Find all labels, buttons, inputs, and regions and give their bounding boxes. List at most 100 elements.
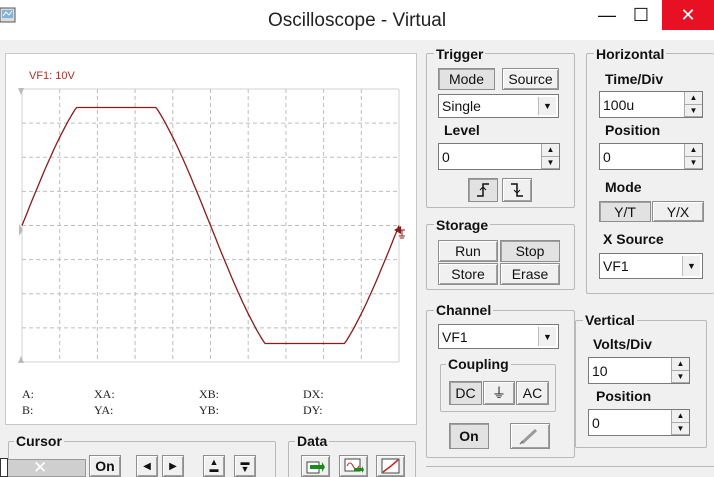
stepper-up-icon[interactable]: ▲ [685, 92, 702, 105]
cursor-thumb[interactable] [0, 458, 8, 477]
cursor-left-button[interactable]: ◀ [136, 455, 158, 477]
maximize-button[interactable]: ☐ [618, 0, 664, 30]
arrow-right-icon: ▶ [169, 460, 177, 472]
stepper-up-icon[interactable]: ▲ [685, 144, 702, 157]
vertical-title: Vertical [583, 312, 637, 328]
cursor-title: Cursor [14, 433, 64, 449]
data-title: Data [295, 433, 330, 449]
readout-a: A: [22, 387, 34, 401]
horizontal-position-stepper[interactable]: ▲ ▼ [684, 144, 702, 169]
import-wave-icon [344, 458, 364, 473]
dc-coupling-button[interactable]: DC [449, 381, 482, 405]
trigger-title: Trigger [434, 46, 486, 62]
stepper-down-icon[interactable]: ▼ [685, 104, 702, 117]
probe-icon [519, 428, 538, 445]
data-export-button[interactable] [301, 455, 330, 477]
readout-xa: XA: [94, 387, 115, 401]
cursor-on-button[interactable]: On [89, 455, 121, 477]
readout-b: B: [22, 403, 34, 417]
graph-icon [381, 458, 399, 474]
channel-scale-label: VF1: 10V [29, 70, 75, 82]
falling-edge-button[interactable] [502, 178, 532, 202]
arrow-left-icon: ◀ [143, 460, 151, 472]
lower-panel-edge [426, 466, 714, 477]
time-div-input[interactable]: 100u ▲ ▼ [599, 91, 703, 118]
chevron-down-icon[interactable]: ▼ [682, 256, 700, 276]
store-button[interactable]: Store [438, 263, 498, 285]
ground-icon: ⏚ [492, 385, 506, 401]
time-div-value: 100u [603, 96, 635, 113]
cursor-down-button[interactable]: ▬ ▼ [234, 455, 256, 477]
data-graph-button[interactable] [376, 455, 405, 477]
arrow-up-double-icon: ▲ ▬ [209, 457, 219, 474]
trigger-level-input[interactable]: 0 ▲ ▼ [438, 143, 560, 170]
trigger-mode-select[interactable]: Single ▼ [438, 94, 559, 118]
readout-dx: DX: [303, 387, 324, 401]
export-arrow-icon [306, 461, 325, 474]
falling-edge-icon [511, 183, 523, 197]
coupling-title: Coupling [446, 356, 511, 372]
x-source-value: VF1 [603, 258, 629, 274]
time-div-stepper[interactable]: ▲ ▼ [684, 92, 702, 117]
data-import-button[interactable] [339, 455, 368, 477]
vertical-position-input[interactable]: 0 ▲ ▼ [588, 409, 690, 436]
cursor-close-icon[interactable]: ✕ [33, 458, 47, 477]
trigger-source-button[interactable]: Source [502, 68, 559, 90]
x-source-select[interactable]: VF1 ▼ [599, 253, 703, 279]
trigger-level-value: 0 [442, 148, 450, 165]
arrow-down-double-icon: ▬ ▼ [240, 457, 250, 474]
volts-div-stepper[interactable]: ▲ ▼ [671, 358, 689, 383]
chevron-down-icon[interactable]: ▼ [538, 97, 556, 115]
scope-screen [18, 88, 405, 363]
trigger-mode-button[interactable]: Mode [438, 68, 495, 90]
ac-coupling-button[interactable]: AC [516, 381, 549, 405]
stop-button[interactable]: Stop [500, 240, 560, 262]
channel-select[interactable]: VF1 ▼ [438, 324, 559, 349]
horizontal-position-value: 0 [603, 148, 611, 165]
stepper-up-icon[interactable]: ▲ [672, 410, 689, 423]
channel-title: Channel [434, 302, 494, 318]
channel-value: VF1 [442, 328, 468, 345]
horizontal-title: Horizontal [594, 46, 667, 62]
storage-title: Storage [434, 217, 491, 233]
maximize-icon: ☐ [632, 4, 650, 25]
stepper-up-icon[interactable]: ▲ [542, 144, 559, 157]
stepper-up-icon[interactable]: ▲ [672, 358, 689, 371]
yx-mode-button[interactable]: Y/X [652, 201, 704, 222]
chevron-down-icon[interactable]: ▼ [538, 327, 556, 346]
horizontal-position-label: Position [605, 122, 661, 138]
erase-button[interactable]: Erase [500, 263, 560, 285]
stepper-down-icon[interactable]: ▼ [685, 156, 702, 169]
close-button[interactable]: ✕ [662, 0, 714, 30]
x-source-label: X Source [603, 231, 664, 247]
stepper-down-icon[interactable]: ▼ [672, 422, 689, 435]
readout-yb: YB: [199, 403, 220, 417]
vertical-position-label: Position [596, 388, 652, 404]
trigger-level-label: Level [444, 122, 480, 138]
vertical-position-stepper[interactable]: ▲ ▼ [671, 410, 689, 435]
channel-on-button[interactable]: On [449, 423, 489, 449]
volts-div-value: 10 [592, 362, 608, 379]
stepper-down-icon[interactable]: ▼ [542, 156, 559, 169]
readout-ya: YA: [94, 403, 114, 417]
gnd-coupling-button[interactable]: ⏚ [483, 381, 515, 405]
stepper-down-icon[interactable]: ▼ [672, 370, 689, 383]
readout-xb: XB: [199, 387, 220, 401]
rising-edge-button[interactable] [468, 178, 498, 202]
close-icon: ✕ [680, 4, 696, 25]
volts-div-label: Volts/Div [593, 336, 652, 352]
minimize-icon: — [598, 4, 616, 25]
bottom-marker-icon [18, 356, 24, 363]
volts-div-input[interactable]: 10 ▲ ▼ [588, 357, 690, 384]
run-button[interactable]: Run [438, 240, 498, 262]
trigger-level-stepper[interactable]: ▲ ▼ [541, 144, 559, 169]
cursor-right-button[interactable]: ▶ [162, 455, 184, 477]
time-div-label: Time/Div [605, 71, 664, 87]
yt-mode-button[interactable]: Y/T [599, 201, 651, 222]
vertical-position-value: 0 [592, 414, 600, 431]
top-marker-icon [18, 88, 24, 95]
cursor-up-button[interactable]: ▲ ▬ [203, 455, 225, 477]
horizontal-position-input[interactable]: 0 ▲ ▼ [599, 143, 703, 170]
horizontal-mode-label: Mode [605, 179, 642, 195]
probe-button[interactable] [510, 423, 550, 449]
